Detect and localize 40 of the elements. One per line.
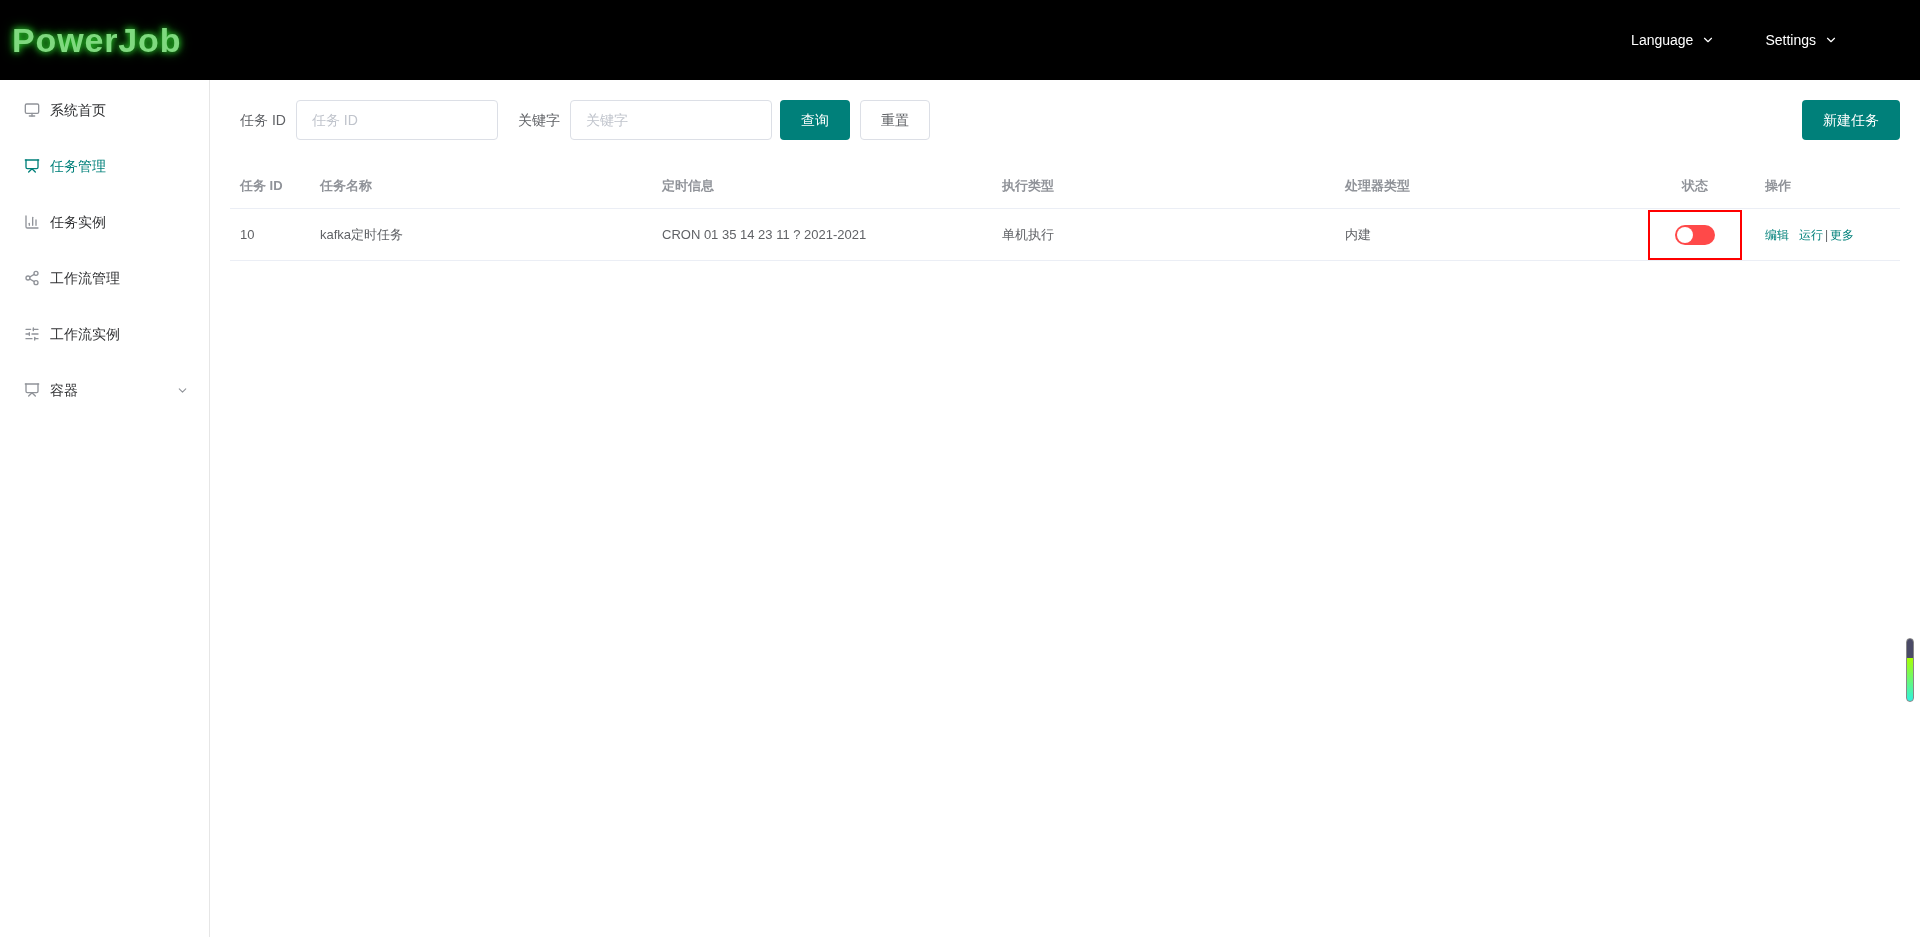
floating-gradient-widget — [1906, 638, 1914, 702]
share-icon — [24, 270, 40, 286]
reset-button[interactable]: 重置 — [859, 100, 930, 140]
column-header: 任务名称 — [320, 178, 372, 194]
column-header: 操作 — [1765, 178, 1791, 194]
filter-label: 关键字 — [517, 110, 560, 130]
table-cell: 单机执行 — [1002, 226, 1054, 242]
sidebar-item[interactable]: 系统首页 — [0, 82, 209, 138]
new-task-button[interactable]: 新建任务 — [1802, 100, 1900, 140]
table-cell: 10 — [240, 226, 255, 242]
separator: | — [1825, 226, 1829, 244]
column-header: 处理器类型 — [1345, 178, 1410, 194]
filter-label: 任务 ID — [240, 110, 286, 130]
header-menu[interactable]: Settings — [1765, 29, 1838, 51]
monitor-icon — [24, 102, 40, 118]
sidebar-item[interactable]: 任务管理 — [0, 138, 209, 194]
action-link[interactable]: 运行 — [1799, 225, 1823, 244]
column-header: 定时信息 — [662, 178, 714, 194]
presentation-board-icon — [24, 382, 40, 398]
sidebar-item[interactable]: 任务实例 — [0, 194, 209, 250]
filter-input[interactable]: 关键字 — [569, 100, 772, 140]
sliders-icon — [24, 326, 40, 342]
header-menu[interactable]: Language — [1631, 29, 1716, 51]
column-header: 状态 — [1682, 178, 1708, 194]
sidebar-item[interactable]: 容器 — [0, 362, 209, 418]
presentation-board-icon — [24, 158, 40, 174]
action-link[interactable]: 编辑 — [1765, 225, 1789, 244]
table-cell: CRON 01 35 14 23 11 ? 2021-2021 — [662, 226, 867, 242]
column-header: 执行类型 — [1002, 178, 1054, 194]
bar-chart-icon — [24, 214, 40, 230]
action-link[interactable]: 更多 — [1830, 225, 1855, 244]
table-cell: 内建 — [1345, 226, 1371, 242]
status-toggle[interactable] — [1675, 224, 1715, 245]
table-cell: kafka定时任务 — [320, 226, 404, 242]
query-button[interactable]: 查询 — [779, 100, 850, 140]
filter-input[interactable]: 任务 ID — [295, 100, 498, 140]
logo: PowerJob — [12, 19, 182, 61]
sidebar-item[interactable]: 工作流管理 — [0, 250, 209, 306]
sidebar-item[interactable]: 工作流实例 — [0, 306, 209, 362]
column-header: 任务 ID — [240, 178, 283, 194]
